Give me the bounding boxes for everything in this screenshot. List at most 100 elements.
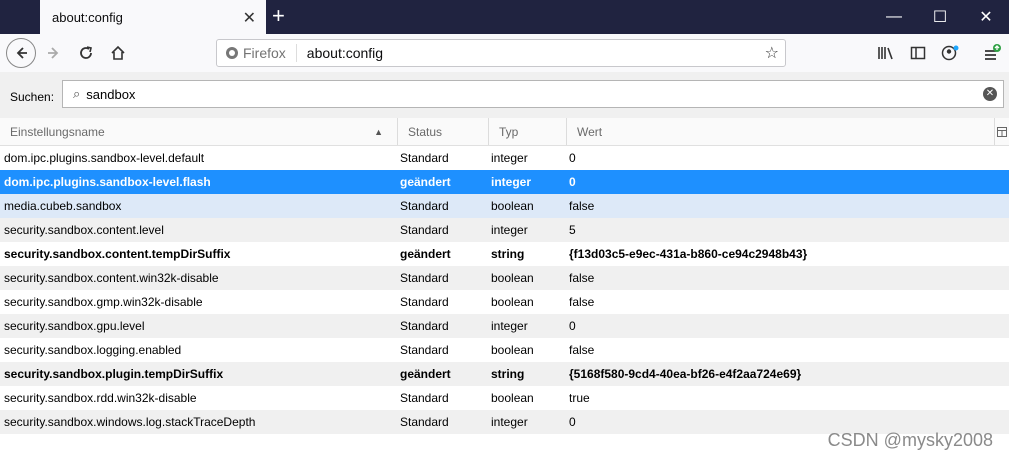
pref-value: true [569, 391, 590, 405]
watermark-text: CSDN @mysky2008 [827, 430, 993, 450]
bookmark-star-icon[interactable]: ☆ [765, 43, 779, 63]
sidebar-button[interactable] [904, 39, 932, 67]
pref-name: security.sandbox.content.win32k-disable [4, 271, 219, 285]
search-input[interactable]: ⌕ sandbox ✕ [62, 80, 1004, 108]
pref-value: false [569, 295, 595, 309]
column-type-label: Typ [499, 124, 519, 139]
account-icon [941, 45, 959, 61]
table-row[interactable]: security.sandbox.gmp.win32k-disable Stan… [0, 290, 1009, 314]
pref-value: false [569, 271, 595, 285]
pref-name: security.sandbox.plugin.tempDirSuffix [4, 367, 224, 381]
back-button[interactable] [6, 38, 36, 68]
pref-type: integer [491, 415, 528, 429]
pref-type: boolean [491, 199, 534, 213]
url-text[interactable]: about:config [297, 45, 383, 61]
pref-name: dom.ipc.plugins.sandbox-level.default [4, 151, 205, 165]
library-icon [878, 47, 893, 60]
pref-value: 0 [569, 175, 576, 189]
pref-status: Standard [400, 223, 449, 237]
sort-ascending-icon: ▲ [374, 126, 383, 137]
url-bar[interactable]: Firefox about:config ☆ [216, 39, 786, 67]
table-row[interactable]: security.sandbox.content.tempDirSuffix g… [0, 242, 1009, 266]
pref-type: boolean [491, 271, 534, 285]
pref-name: security.sandbox.content.tempDirSuffix [4, 247, 231, 261]
search-row: Suchen: ⌕ sandbox ✕ [0, 72, 1009, 119]
pref-name: security.sandbox.content.level [4, 223, 164, 237]
table-row[interactable]: security.sandbox.logging.enabled Standar… [0, 338, 1009, 362]
firefox-icon [226, 47, 238, 59]
table-row[interactable]: security.sandbox.gpu.level Standard inte… [0, 314, 1009, 338]
navigation-bar: Firefox about:config ☆ [0, 34, 1009, 73]
pref-name: dom.ipc.plugins.sandbox-level.flash [4, 175, 211, 189]
tab-about-config[interactable]: about:config ✕ [40, 0, 266, 34]
column-picker-glyph [997, 126, 1007, 137]
table-row[interactable]: dom.ipc.plugins.sandbox-level.default St… [0, 146, 1009, 170]
home-button[interactable] [104, 39, 132, 67]
search-label: Suchen: [10, 90, 55, 104]
preferences-list: dom.ipc.plugins.sandbox-level.default St… [0, 146, 1009, 434]
pref-type: boolean [491, 343, 534, 357]
pref-status: geändert [400, 367, 451, 381]
pref-name: media.cubeb.sandbox [4, 199, 122, 213]
pref-status: Standard [400, 271, 449, 285]
reload-button[interactable] [72, 39, 100, 67]
pref-status: Standard [400, 415, 449, 429]
pref-status: Standard [400, 343, 449, 357]
pref-type: integer [491, 151, 528, 165]
table-row[interactable]: media.cubeb.sandbox Standard boolean fal… [0, 194, 1009, 218]
tab-title: about:config [52, 9, 123, 25]
pref-value: false [569, 343, 595, 357]
pref-value: {5168f580-9cd4-40ea-bf26-e4f2aa724e69} [569, 367, 802, 381]
pref-value: false [569, 199, 595, 213]
pref-value: 0 [569, 415, 576, 429]
pref-type: boolean [491, 391, 534, 405]
menu-button[interactable] [978, 39, 1006, 67]
column-header-status[interactable]: Status [398, 118, 489, 145]
pref-status: geändert [400, 175, 451, 189]
search-value: sandbox [86, 86, 136, 102]
pref-name: security.sandbox.logging.enabled [4, 343, 182, 357]
pref-status: Standard [400, 295, 449, 309]
pref-type: integer [491, 319, 528, 333]
sidebar-icon [910, 46, 926, 60]
pref-status: Standard [400, 151, 449, 165]
account-button[interactable] [936, 39, 964, 67]
column-picker-icon[interactable] [995, 118, 1009, 145]
arrow-left-icon [16, 47, 27, 59]
column-header-value[interactable]: Wert [567, 118, 995, 145]
pref-value: 0 [569, 151, 576, 165]
close-tab-icon[interactable]: ✕ [243, 8, 256, 28]
column-header-type[interactable]: Typ [489, 118, 567, 145]
clear-search-icon[interactable]: ✕ [983, 87, 997, 101]
reload-icon [80, 46, 92, 59]
pref-value: 0 [569, 319, 576, 333]
table-row[interactable]: security.sandbox.rdd.win32k-disable Stan… [0, 386, 1009, 410]
table-row[interactable]: security.sandbox.content.level Standard … [0, 218, 1009, 242]
table-row-selected[interactable]: dom.ipc.plugins.sandbox-level.flash geän… [0, 170, 1009, 194]
table-header: Einstellungsname ▲ Status Typ Wert [0, 118, 1009, 146]
search-icon: ⌕ [73, 86, 81, 101]
pref-type: integer [491, 223, 528, 237]
pref-status: Standard [400, 391, 449, 405]
arrow-right-icon [48, 47, 59, 59]
table-row[interactable]: security.sandbox.content.win32k-disable … [0, 266, 1009, 290]
pref-type: string [491, 247, 525, 261]
title-bar: about:config ✕ + — ☐ ✕ [0, 0, 1009, 34]
pref-status: geändert [400, 247, 451, 261]
table-row[interactable]: security.sandbox.plugin.tempDirSuffix ge… [0, 362, 1009, 386]
pref-status: Standard [400, 319, 449, 333]
new-tab-button[interactable]: + [272, 4, 285, 28]
column-header-name[interactable]: Einstellungsname ▲ [0, 118, 398, 145]
home-icon [111, 45, 125, 60]
maximize-button[interactable]: ☐ [917, 0, 963, 34]
pref-type: integer [491, 175, 532, 189]
pref-name: security.sandbox.gmp.win32k-disable [4, 295, 203, 309]
pref-type: string [491, 367, 525, 381]
column-status-label: Status [408, 124, 443, 139]
close-window-button[interactable]: ✕ [963, 0, 1009, 34]
forward-button[interactable] [40, 39, 68, 67]
pref-status: Standard [400, 199, 449, 213]
column-value-label: Wert [577, 124, 603, 139]
minimize-button[interactable]: — [871, 0, 917, 34]
library-button[interactable] [872, 39, 900, 67]
